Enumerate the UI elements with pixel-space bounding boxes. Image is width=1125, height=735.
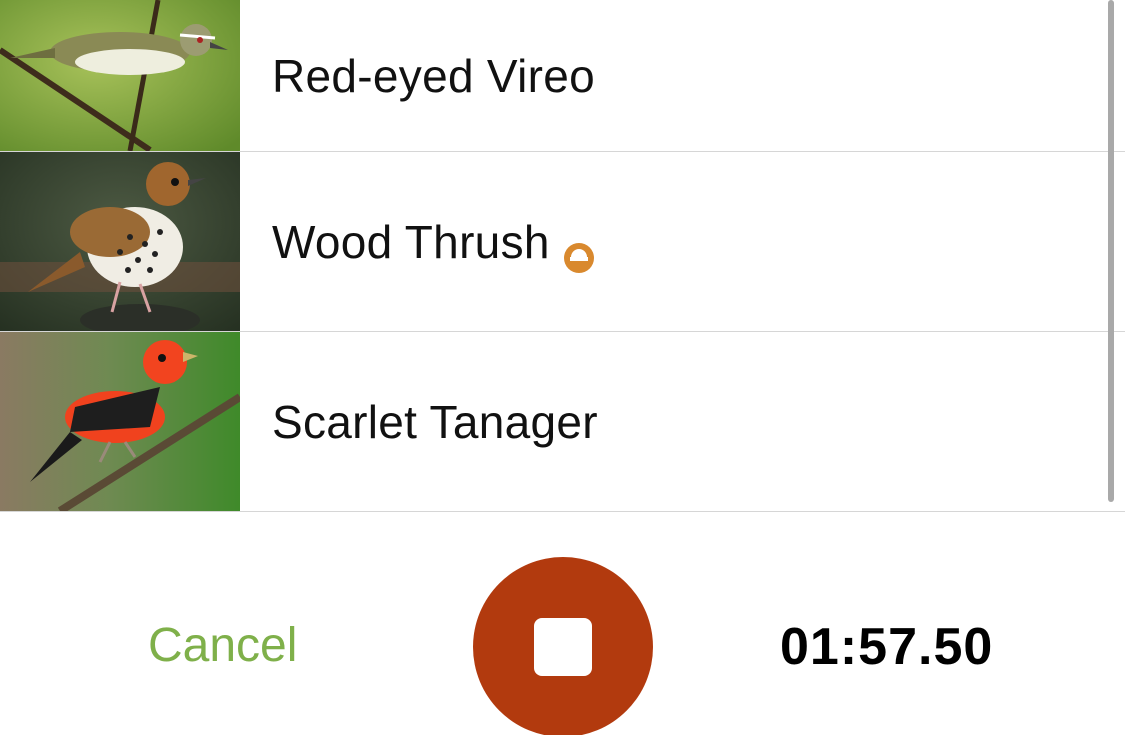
list-divider [0, 511, 1125, 512]
conservation-status-icon [563, 230, 594, 273]
species-name: Wood Thrush [272, 215, 550, 268]
list-item[interactable]: Scarlet Tanager [0, 332, 1125, 511]
recording-screen: Red-eyed Vireo Wood Thrush Scarlet Tanag… [0, 0, 1125, 735]
stop-icon [534, 618, 592, 676]
recording-controls: Cancel 01:57.50 [0, 513, 1125, 735]
list-item[interactable]: Wood Thrush [0, 152, 1125, 331]
stop-recording-button[interactable] [473, 557, 653, 735]
species-name: Red-eyed Vireo [272, 49, 595, 102]
list-item[interactable]: Red-eyed Vireo [0, 0, 1125, 151]
scarlet-tanager-photo [0, 332, 240, 511]
wood-thrush-photo [0, 152, 240, 331]
species-name: Scarlet Tanager [272, 395, 598, 448]
recording-timer: 01:57.50 [780, 618, 994, 676]
cancel-button[interactable]: Cancel [148, 618, 297, 673]
scrollbar[interactable] [1108, 0, 1114, 502]
red-eyed-vireo-photo [0, 0, 240, 151]
species-list: Red-eyed Vireo Wood Thrush Scarlet Tanag… [0, 0, 1125, 512]
